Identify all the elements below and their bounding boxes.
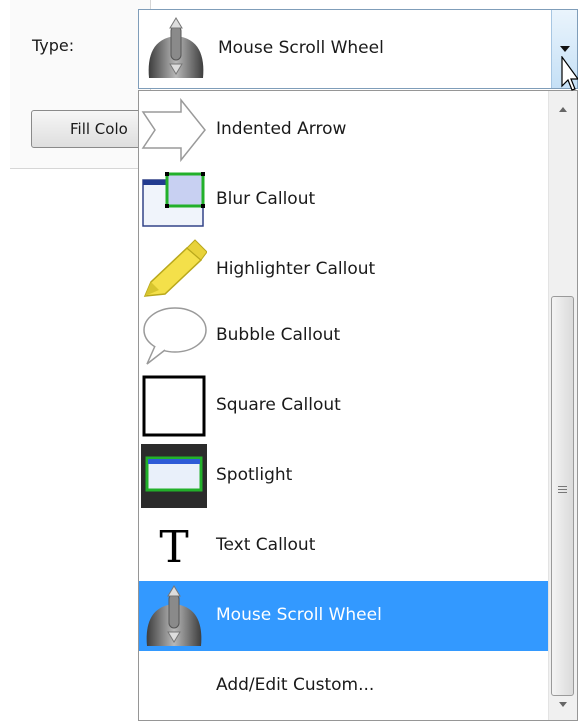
item-label: Blur Callout bbox=[216, 189, 316, 209]
list-item[interactable]: Square Callout bbox=[139, 371, 549, 441]
chevron-down-icon bbox=[560, 46, 570, 52]
scroll-up-arrow-icon[interactable] bbox=[559, 107, 567, 112]
mouse-icon bbox=[148, 17, 204, 78]
item-label: Add/Edit Custom... bbox=[216, 675, 375, 695]
scrollbar-thumb[interactable] bbox=[551, 296, 574, 696]
list-item[interactable]: Spotlight bbox=[139, 441, 549, 511]
item-label: Indented Arrow bbox=[216, 119, 347, 139]
type-combobox[interactable]: Mouse Scroll Wheel bbox=[138, 9, 578, 89]
list-item[interactable]: Add/Edit Custom... bbox=[139, 651, 549, 721]
item-label: Spotlight bbox=[216, 465, 293, 485]
bubble-callout-icon bbox=[143, 307, 207, 365]
list-item-selected[interactable]: Mouse Scroll Wheel bbox=[139, 581, 549, 651]
item-label: Highlighter Callout bbox=[216, 259, 376, 279]
vertical-scrollbar[interactable] bbox=[548, 91, 577, 720]
blur-callout-icon bbox=[142, 172, 205, 227]
dropdown-list[interactable]: Indented Arrow Blur Callout Highlighter … bbox=[138, 90, 578, 721]
type-label: Type: bbox=[32, 36, 75, 55]
svg-text:T: T bbox=[159, 522, 188, 573]
list-item[interactable]: Bubble Callout bbox=[139, 301, 549, 371]
list-item[interactable]: Indented Arrow bbox=[139, 95, 549, 165]
mouse-pointer-icon bbox=[561, 56, 578, 91]
item-label: Bubble Callout bbox=[216, 325, 341, 345]
highlighter-icon bbox=[143, 239, 207, 297]
item-label: Text Callout bbox=[216, 535, 316, 555]
square-callout-icon bbox=[142, 375, 206, 437]
scroll-down-arrow-icon[interactable] bbox=[559, 702, 567, 707]
indented-arrow-icon bbox=[141, 98, 206, 162]
mouse-icon bbox=[146, 585, 202, 646]
item-label: Square Callout bbox=[216, 395, 341, 415]
item-label: Mouse Scroll Wheel bbox=[216, 605, 382, 625]
spotlight-icon bbox=[141, 444, 207, 508]
list-item[interactable]: T Text Callout bbox=[139, 511, 549, 581]
grip-icon bbox=[558, 486, 567, 495]
text-callout-icon: T bbox=[159, 522, 188, 573]
list-item[interactable]: Highlighter Callout bbox=[139, 235, 549, 305]
list-item[interactable]: Blur Callout bbox=[139, 165, 549, 235]
combo-selected-text: Mouse Scroll Wheel bbox=[218, 38, 384, 58]
